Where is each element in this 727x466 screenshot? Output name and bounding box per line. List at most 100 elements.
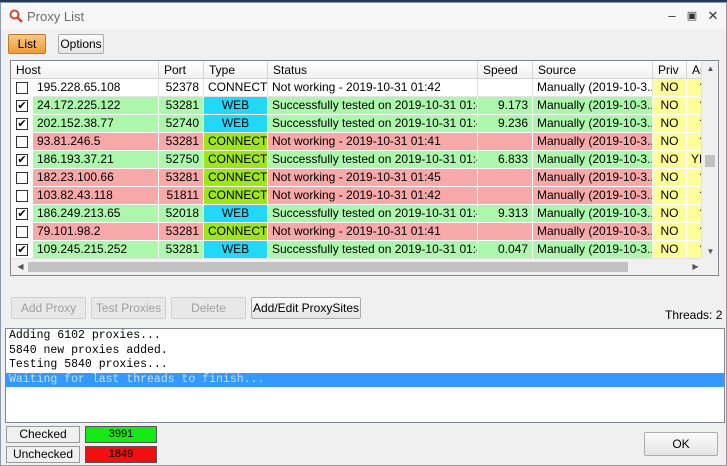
row-checkbox-cell <box>11 223 33 241</box>
source-cell: Manually (2019-10-3... <box>533 115 653 133</box>
priv-cell: NO <box>653 187 687 205</box>
proxy-list-window: Proxy List – ▣ ✕ List Options Host Port … <box>0 2 727 466</box>
row-checkbox-cell <box>11 169 33 187</box>
checkbox-checked-icon[interactable]: ✔ <box>16 154 28 166</box>
host-cell: 79.101.98.2 <box>33 223 159 241</box>
type-cell: CONNECT <box>204 223 268 241</box>
source-cell: Manually (2019-10-3... <box>533 133 653 151</box>
log-line: Adding 6102 proxies... <box>9 329 161 342</box>
proxy-table[interactable]: Host Port Type Status Speed Source Priv … <box>10 60 719 276</box>
vertical-scroll-thumb[interactable] <box>705 155 715 167</box>
speed-cell: 9.313 <box>478 205 533 223</box>
close-icon[interactable]: ✕ <box>704 7 722 25</box>
host-cell: 109.245.215.252 <box>33 241 159 259</box>
host-cell: 24.172.225.122 <box>33 97 159 115</box>
host-cell: 182.23.100.66 <box>33 169 159 187</box>
minimize-icon[interactable]: – <box>663 7 681 25</box>
table-row[interactable]: ✔ 24.172.225.122 53281 WEB Successfully test… <box>11 97 718 115</box>
source-cell: Manually (2019-10-3... <box>533 187 653 205</box>
table-row[interactable]: ✔ 186.249.213.65 52018 WEB Successfully test… <box>11 205 718 223</box>
type-cell: CONNECT <box>204 187 268 205</box>
status-cell: Not working - 2019-10-31 01:41 <box>268 133 478 151</box>
checkbox-icon[interactable] <box>16 190 28 202</box>
delete-button[interactable]: Delete <box>171 297 246 319</box>
table-row[interactable]: 182.23.100.66 53281 CONNECT Not working - 2… <box>11 169 718 187</box>
table-row[interactable]: ✔ 186.193.37.21 52750 CONNECT Successfully t… <box>11 151 718 169</box>
test-proxies-button[interactable]: Test Proxies <box>91 297 166 319</box>
status-cell: Successfully tested on 2019-10-31 01:4..… <box>268 115 478 133</box>
checkbox-icon[interactable] <box>16 82 28 94</box>
table-row[interactable]: 195.228.65.108 52378 CONNECT Not working - … <box>11 79 718 97</box>
horizontal-scroll-thumb[interactable] <box>28 262 628 272</box>
status-cell: Successfully tested on 2019-10-31 01:4..… <box>268 241 478 259</box>
scroll-left-icon[interactable]: ◀ <box>13 262 28 271</box>
add-proxy-button[interactable]: Add Proxy <box>11 297 86 319</box>
row-checkbox-cell: ✔ <box>11 115 33 133</box>
unchecked-label: Unchecked <box>6 446 80 463</box>
checkbox-checked-icon[interactable]: ✔ <box>16 118 28 130</box>
port-cell: 53281 <box>159 97 204 115</box>
column-speed-header[interactable]: Speed <box>478 61 533 79</box>
source-cell: Manually (2019-10-3... <box>533 97 653 115</box>
port-cell: 52378 <box>159 79 204 97</box>
table-header: Host Port Type Status Speed Source Priv … <box>11 61 717 79</box>
column-type-header[interactable]: Type <box>204 61 268 79</box>
list-tab-button[interactable]: List <box>8 34 46 54</box>
host-cell: 202.152.38.77 <box>33 115 159 133</box>
priv-cell: NO <box>653 205 687 223</box>
column-port-header[interactable]: Port <box>159 61 204 79</box>
type-cell: CONNECT <box>204 169 268 187</box>
column-host-header[interactable]: Host <box>11 61 159 79</box>
port-cell: 53281 <box>159 241 204 259</box>
source-cell: Manually (2019-10-3... <box>533 151 653 169</box>
checkbox-icon[interactable] <box>16 226 28 238</box>
host-cell: 93.81.246.5 <box>33 133 159 151</box>
status-cell: Successfully tested on 2019-10-31 01:4..… <box>268 151 478 169</box>
priv-cell: NO <box>653 79 687 97</box>
source-cell: Manually (2019-10-3... <box>533 169 653 187</box>
checked-label: Checked <box>6 426 80 443</box>
row-checkbox-cell <box>11 187 33 205</box>
ok-button[interactable]: OK <box>644 432 718 456</box>
log-line-selected[interactable]: Waiting for last threads to finish... <box>6 372 724 387</box>
checkbox-checked-icon[interactable]: ✔ <box>16 208 28 220</box>
port-cell: 52018 <box>159 205 204 223</box>
priv-cell: NO <box>653 169 687 187</box>
title-bar: Proxy List – ▣ ✕ <box>1 3 726 29</box>
source-cell: Manually (2019-10-3... <box>533 223 653 241</box>
table-row[interactable]: 93.81.246.5 53281 CONNECT Not working - 201… <box>11 133 718 151</box>
host-cell: 186.249.213.65 <box>33 205 159 223</box>
column-source-header[interactable]: Source <box>533 61 653 79</box>
speed-cell <box>478 187 533 205</box>
row-checkbox-cell <box>11 79 33 97</box>
table-row[interactable]: ✔ 109.245.215.252 53281 WEB Successfully tes… <box>11 241 718 259</box>
status-cell: Not working - 2019-10-31 01:45 <box>268 169 478 187</box>
options-tab-button[interactable]: Options <box>58 34 104 54</box>
scroll-up-icon[interactable]: ▲ <box>703 64 718 73</box>
checkbox-icon[interactable] <box>16 172 28 184</box>
horizontal-scrollbar[interactable]: ◀ ▶ <box>11 258 703 275</box>
scrollbar-corner <box>701 258 718 275</box>
host-cell: 195.228.65.108 <box>33 79 159 97</box>
speed-cell <box>478 169 533 187</box>
table-row[interactable]: 103.82.43.118 51811 CONNECT Not working - 2… <box>11 187 718 205</box>
table-row[interactable]: 79.101.98.2 53281 CONNECT Not working - 201… <box>11 223 718 241</box>
threads-count: Threads: 2 <box>665 308 723 322</box>
checkbox-checked-icon[interactable]: ✔ <box>16 100 28 112</box>
row-checkbox-cell: ✔ <box>11 97 33 115</box>
scroll-down-icon[interactable]: ▼ <box>703 247 718 256</box>
table-row[interactable]: ✔ 202.152.38.77 52740 WEB Successfully teste… <box>11 115 718 133</box>
type-cell: WEB <box>204 205 268 223</box>
vertical-scrollbar[interactable]: ▲ ▼ <box>701 61 718 259</box>
add-edit-proxysites-button[interactable]: Add/Edit ProxySites <box>251 297 361 319</box>
port-cell: 53281 <box>159 133 204 151</box>
type-cell: WEB <box>204 97 268 115</box>
checkbox-checked-icon[interactable]: ✔ <box>16 244 28 256</box>
checkbox-icon[interactable] <box>16 136 28 148</box>
maximize-icon[interactable]: ▣ <box>683 7 701 25</box>
log-line: 5840 new proxies added. <box>9 343 168 357</box>
column-status-header[interactable]: Status <box>268 61 478 79</box>
column-priv-header[interactable]: Priv <box>653 61 687 79</box>
log-output[interactable]: Adding 6102 proxies... 5840 new proxies … <box>5 328 725 423</box>
priv-cell: NO <box>653 115 687 133</box>
